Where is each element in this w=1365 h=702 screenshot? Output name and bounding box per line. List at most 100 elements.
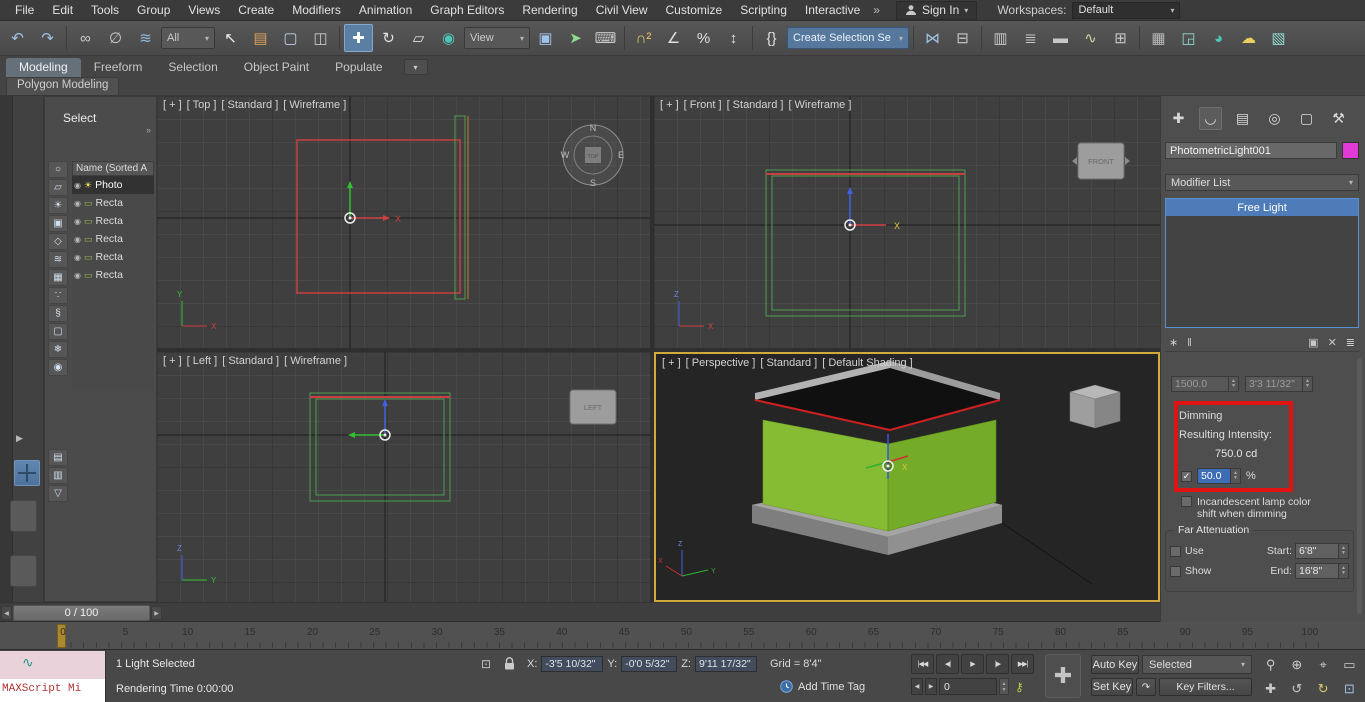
angle-snap-toggle-icon[interactable]: ∠	[659, 24, 688, 52]
menu-item[interactable]: Group	[128, 0, 179, 20]
time-slider-next-arrow[interactable]: ▶	[151, 606, 162, 620]
viewport-label-part[interactable]: [ Default Shading ]	[822, 357, 913, 369]
spinner-arrows-icon[interactable]: ▲ ▼	[1339, 543, 1349, 559]
viewport-layout-option-icon[interactable]	[10, 555, 37, 587]
percent-snap-toggle-icon[interactable]: %	[689, 24, 718, 52]
render-production-icon[interactable]: ◕	[1204, 24, 1233, 52]
viewport-front[interactable]: [ + ][ Front ][ Standard ][ Wireframe ] …	[654, 96, 1160, 348]
display-helpers-icon[interactable]: ◇	[48, 233, 68, 250]
viewport-label-part[interactable]: [ Standard ]	[760, 357, 817, 369]
show-end-result-icon[interactable]: ‖	[1187, 337, 1192, 349]
far-attenuation-use-checkbox[interactable]	[1170, 545, 1181, 557]
menu-item[interactable]: Create	[229, 0, 283, 20]
transform-type-in-toggle[interactable]: ✚	[1045, 654, 1081, 698]
mirror-icon[interactable]: ⋈	[918, 24, 947, 52]
menu-item[interactable]: Interactive	[796, 0, 869, 20]
incandescent-checkbox[interactable]	[1181, 496, 1192, 507]
named-selection-sets-dropdown[interactable]: Create Selection Se ▾	[787, 27, 909, 49]
viewport-label-part[interactable]: [ + ]	[660, 99, 679, 111]
ribbon-tab[interactable]: Freeform	[81, 58, 156, 77]
viewport-label-part[interactable]: [ Standard ]	[221, 99, 278, 111]
menu-overflow-chevron[interactable]: »	[873, 3, 880, 17]
eye-icon[interactable]: ◉	[74, 199, 81, 208]
redo-icon[interactable]: ↷	[33, 24, 62, 52]
x-coordinate-field[interactable]: -3'5 10/32"	[541, 656, 604, 672]
display-shapes-icon[interactable]: ▱	[48, 179, 68, 196]
ribbon-tab[interactable]: Modeling	[6, 58, 81, 77]
display-space-warps-icon[interactable]: ≋	[48, 251, 68, 268]
modify-tab-icon[interactable]: ◡	[1199, 106, 1222, 130]
viewport-label-part[interactable]: [ Perspective ]	[686, 357, 756, 369]
key-mode-toggle-icon[interactable]: ↷	[1136, 678, 1156, 696]
viewport-layout-current-icon[interactable]	[14, 460, 40, 486]
menu-item[interactable]: Animation	[350, 0, 421, 20]
edit-named-selection-sets-icon[interactable]: {}	[757, 24, 786, 52]
select-and-scale-icon[interactable]: ▱	[404, 24, 433, 52]
viewport-label-part[interactable]: [ + ]	[163, 99, 182, 111]
workspace-dropdown[interactable]: Default ▾	[1072, 1, 1181, 19]
hierarchy-tab-icon[interactable]: ▤	[1231, 107, 1254, 130]
key-filters-button[interactable]: Key Filters...	[1159, 678, 1252, 696]
display-particles-icon[interactable]: ∵	[48, 287, 68, 304]
key-icon[interactable]: ⚷	[1015, 680, 1024, 694]
viewport-top[interactable]: [ + ] [ Top ] [ Standard ] [ Wireframe ] X	[157, 96, 650, 348]
curve-editor-icon[interactable]: ∿	[1076, 24, 1105, 52]
display-frozen-icon[interactable]: ❄	[48, 341, 68, 358]
viewcube[interactable]: FRONT	[1072, 142, 1130, 180]
maxscript-mini-listener[interactable]: MAXScript Mi	[0, 651, 106, 702]
eye-icon[interactable]: ◉	[74, 271, 81, 280]
pan-view-icon[interactable]: ✚	[1258, 677, 1283, 700]
go-to-start-button[interactable]: |◀◀	[911, 654, 934, 674]
far-attenuation-start-spinner[interactable]: 6'8" ▲ ▼	[1295, 543, 1349, 559]
viewport-label-part[interactable]: [ Wireframe ]	[284, 355, 347, 367]
filter-funnel-icon[interactable]: ▽	[48, 485, 68, 502]
add-time-tag[interactable]: Add Time Tag	[780, 680, 865, 693]
use-pivot-point-center-icon[interactable]: ▣	[531, 24, 560, 52]
toggle-layer-explorer-icon[interactable]: ≣	[1016, 24, 1045, 52]
display-bones-icon[interactable]: §	[48, 305, 68, 322]
menu-item[interactable]: Scripting	[731, 0, 796, 20]
menu-item[interactable]: Rendering	[513, 0, 586, 20]
light-gizmo[interactable]	[348, 399, 391, 441]
utilities-tab-icon[interactable]: ⚒	[1327, 107, 1350, 130]
modifier-list-dropdown[interactable]: Modifier List ▾	[1165, 174, 1359, 191]
unlink-selection-icon[interactable]: ∅	[101, 24, 130, 52]
zoom-region-icon[interactable]: ▭	[1337, 653, 1362, 676]
menu-item[interactable]: Graph Editors	[421, 0, 513, 20]
y-coordinate-field[interactable]: -0'0 5/32"	[621, 656, 678, 672]
configure-modifier-sets-icon[interactable]: ≣	[1346, 336, 1355, 349]
frame-back-arrow[interactable]: ◀	[911, 678, 923, 695]
orbit-icon[interactable]: ↻	[1311, 677, 1336, 700]
name-column-header[interactable]: Name (Sorted A	[72, 161, 154, 176]
time-slider-prev-arrow[interactable]: ◀	[1, 606, 12, 620]
toggle-ribbon-icon[interactable]: ▬	[1046, 24, 1075, 52]
viewport-label-part[interactable]: [ Left ]	[187, 355, 218, 367]
viewport-left[interactable]: [ + ][ Left ][ Standard ][ Wireframe ] Z…	[157, 352, 650, 602]
viewport-label-part[interactable]: [ Top ]	[187, 99, 217, 111]
schematic-view-icon[interactable]: ⊞	[1106, 24, 1135, 52]
display-lights-icon[interactable]: ☀	[48, 197, 68, 214]
intensity-spinner[interactable]: 1500.0 ▲ ▼	[1171, 376, 1239, 392]
far-attenuation-end-spinner[interactable]: 16'8" ▲ ▼	[1295, 563, 1349, 579]
light-gizmo[interactable]: X	[844, 187, 900, 231]
toggle-scene-explorer-icon[interactable]: ▥	[986, 24, 1015, 52]
display-containers-icon[interactable]: ▢	[48, 323, 68, 340]
dimming-percent-spinner[interactable]: 50.0 ▲ ▼	[1197, 468, 1241, 484]
eye-icon[interactable]: ◉	[74, 181, 81, 190]
ribbon-tab[interactable]: Populate	[322, 58, 395, 77]
isolate-selection-toggle-icon[interactable]: ⊡	[481, 657, 491, 671]
display-none-icon[interactable]: ○	[48, 161, 68, 178]
motion-tab-icon[interactable]: ◎	[1263, 107, 1286, 130]
select-by-name-icon[interactable]: ▤	[246, 24, 275, 52]
zoom-extents-icon[interactable]: ⌖	[1311, 653, 1336, 676]
menu-item[interactable]: Civil View	[587, 0, 657, 20]
viewport-label-part[interactable]: [ Standard ]	[222, 355, 279, 367]
distance-value[interactable]: 3'3 11/32"	[1245, 376, 1303, 392]
ribbon-tab[interactable]: Object Paint	[231, 58, 322, 77]
pin-stack-icon[interactable]: ∗	[1169, 336, 1178, 349]
create-tab-icon[interactable]: ✚	[1167, 107, 1190, 130]
modifier-stack-entry[interactable]: Free Light	[1166, 199, 1358, 216]
zoom-all-icon[interactable]: ⊕	[1284, 653, 1309, 676]
rendered-frame-window-icon[interactable]: ◲	[1174, 24, 1203, 52]
auto-key-button[interactable]: Auto Key	[1091, 655, 1139, 674]
